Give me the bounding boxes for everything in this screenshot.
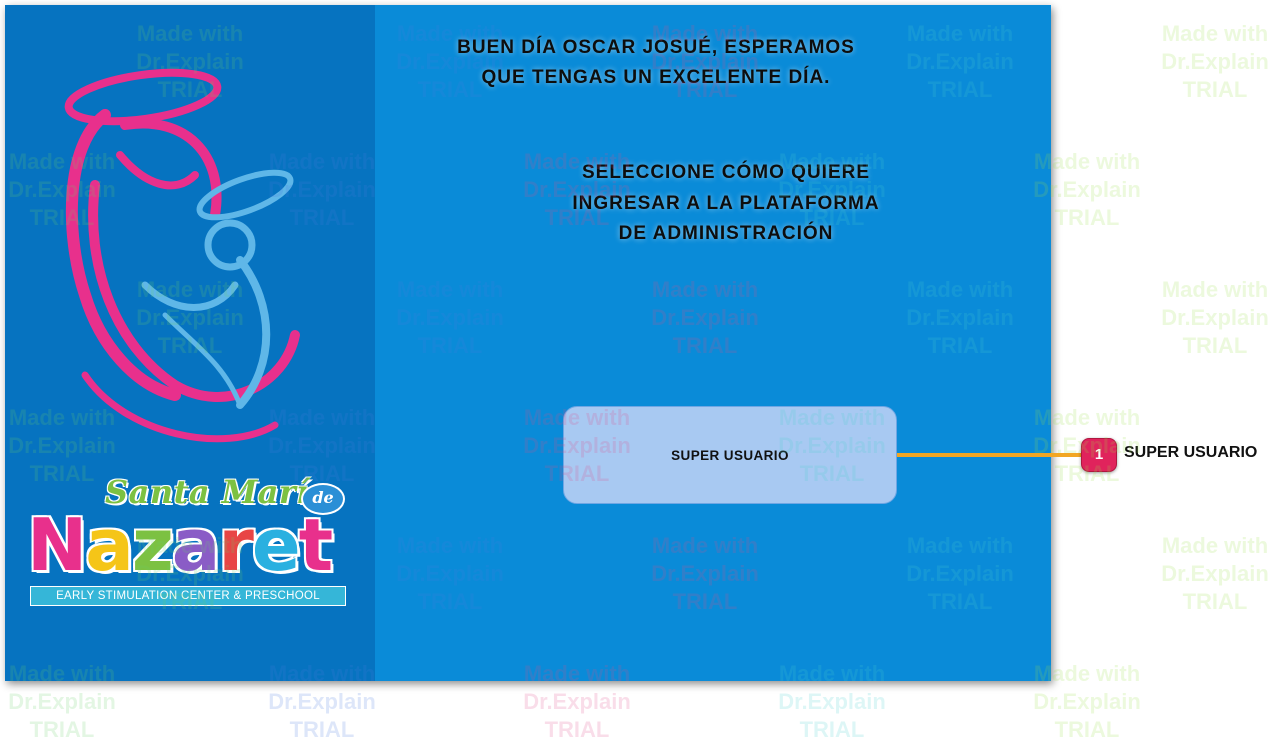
greeting-line: BUEN DÍA OSCAR JOSUÉ, ESPERAMOS: [457, 37, 855, 58]
trial-watermark-line: TRIAL: [29, 717, 95, 742]
trial-watermark-line: TRIAL: [1182, 77, 1248, 102]
instruction-line: DE ADMINISTRACIÓN: [618, 223, 834, 244]
super-user-button-label: SUPER USUARIO: [671, 447, 789, 463]
trial-watermark-line: Dr.Explain: [268, 689, 376, 714]
trial-watermark-line: TRIAL: [1182, 333, 1248, 358]
logo-panel: Santa María de Nazaret EARLY STIMULATION…: [5, 5, 375, 681]
trial-watermark-line: Dr.Explain: [1161, 49, 1269, 74]
trial-watermark-line: TRIAL: [1182, 589, 1248, 614]
trial-watermark-line: Made with: [1161, 21, 1269, 46]
trial-watermark: Made with Dr.Explain TRIAL: [1155, 532, 1275, 616]
trial-watermark-line: Dr.Explain: [523, 689, 631, 714]
school-tagline: EARLY STIMULATION CENTER & PRESCHOOL: [30, 586, 346, 606]
trial-watermark-line: Made with: [1161, 277, 1269, 302]
trial-watermark-line: TRIAL: [289, 717, 355, 742]
super-user-button[interactable]: SUPER USUARIO: [563, 406, 897, 504]
instruction-line: INGRESAR A LA PLATAFORMA: [572, 192, 880, 214]
trial-watermark-line: TRIAL: [544, 717, 610, 742]
instruction-text: SELECCIONE CÓMO QUIERE INGRESAR A LA PLA…: [375, 158, 1051, 250]
trial-watermark-line: TRIAL: [799, 717, 865, 742]
trial-watermark-line: Dr.Explain: [1033, 689, 1141, 714]
callout-label: SUPER USUARIO: [1124, 444, 1258, 461]
trial-watermark: Made with Dr.Explain TRIAL: [1155, 276, 1275, 360]
app-screen: Santa María de Nazaret EARLY STIMULATION…: [5, 5, 1051, 681]
trial-watermark: Made with Dr.Explain TRIAL: [1155, 20, 1275, 104]
trial-watermark-line: Dr.Explain: [778, 689, 886, 714]
trial-watermark-line: TRIAL: [1054, 717, 1120, 742]
trial-watermark-line: Dr.Explain: [1161, 561, 1269, 586]
instruction-line: SELECCIONE CÓMO QUIERE: [581, 162, 871, 183]
callout-marker-badge: 1: [1081, 438, 1117, 472]
mother-child-logo-icon: [64, 68, 300, 443]
trial-watermark-line: Dr.Explain: [8, 689, 116, 714]
trial-watermark-line: Made with: [1161, 533, 1269, 558]
greeting-text: BUEN DÍA OSCAR JOSUÉ, ESPERAMOS QUE TENG…: [375, 33, 937, 93]
trial-watermark-line: Dr.Explain: [1161, 305, 1269, 330]
greeting-line: QUE TENGAS UN EXCELENTE DÍA.: [481, 67, 831, 88]
callout-connector: [897, 453, 1087, 457]
school-brand-wordmark: Nazaret: [27, 503, 333, 587]
